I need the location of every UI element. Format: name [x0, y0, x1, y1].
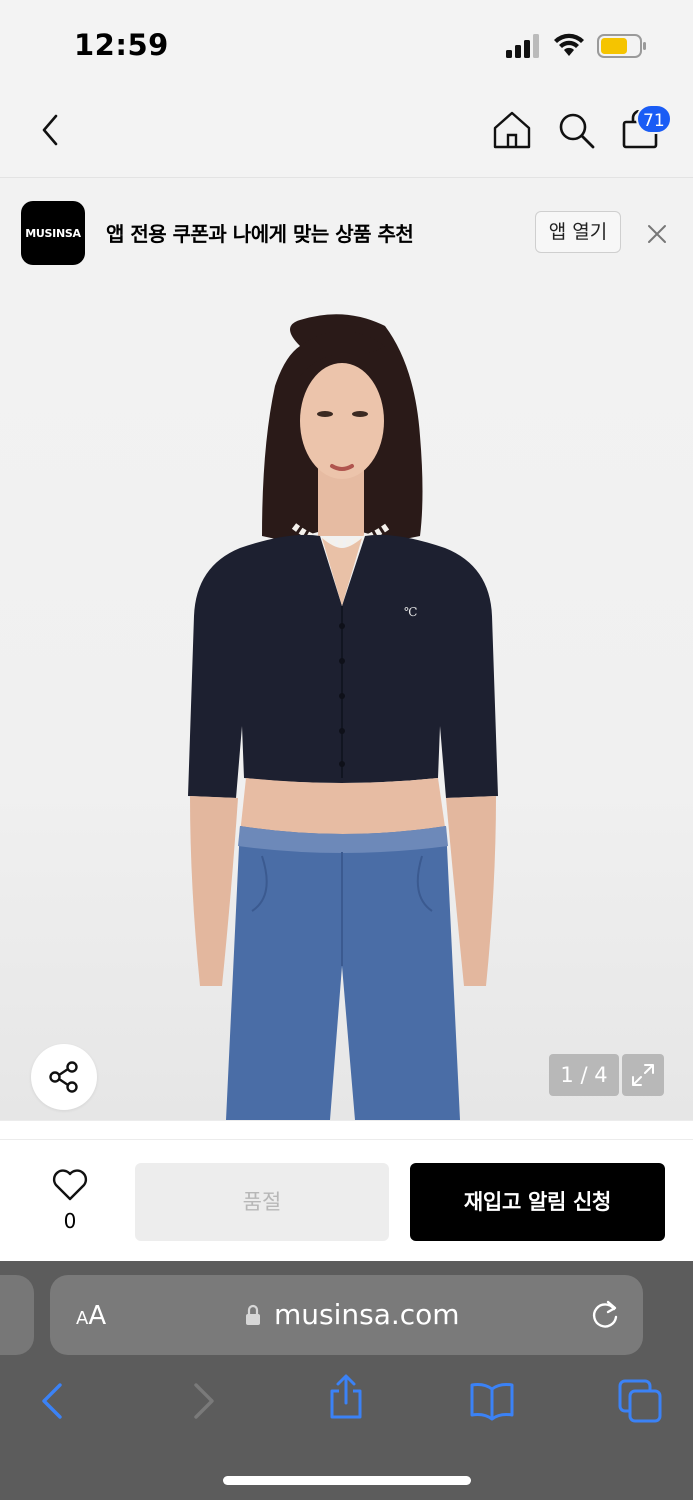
restock-alert-button[interactable]: 재입고 알림 신청 [410, 1163, 665, 1241]
reader-options-button[interactable]: AA [76, 1301, 106, 1331]
share-icon [49, 1061, 78, 1093]
share-button[interactable] [31, 1044, 97, 1110]
home-icon[interactable] [491, 108, 533, 150]
previous-tab-preview[interactable] [0, 1275, 34, 1355]
wifi-icon [554, 33, 584, 56]
chevron-left-icon[interactable] [30, 1377, 78, 1425]
search-icon[interactable] [556, 110, 596, 150]
url-text: musinsa.com [274, 1298, 460, 1331]
battery-icon [597, 34, 646, 58]
home-indicator [223, 1476, 471, 1485]
status-time: 12:59 [74, 28, 169, 62]
cart-count-badge: 71 [636, 104, 672, 134]
product-photo: ℃ [188, 314, 498, 1120]
open-app-button[interactable]: 앱 열기 [535, 211, 621, 253]
chevron-right-icon[interactable] [180, 1377, 228, 1425]
expand-icon [632, 1064, 654, 1086]
app-download-banner: MUSINSA 앱 전용 쿠폰과 나에게 맞는 상품 추천 앱 열기 [0, 178, 693, 286]
reload-icon[interactable] [590, 1299, 620, 1331]
book-icon[interactable] [468, 1377, 516, 1425]
svg-text:℃: ℃ [404, 605, 417, 619]
share-up-icon[interactable] [322, 1373, 370, 1421]
sold-out-button: 품절 [135, 1163, 389, 1241]
banner-message: 앱 전용 쿠폰과 나에게 맞는 상품 추천 [106, 222, 414, 246]
aa-large: A [88, 1301, 107, 1331]
product-image-carousel[interactable]: ℃ 1 / 4 [0, 286, 693, 1120]
status-bar: 12:59 [0, 0, 693, 90]
cellular-signal-icon [506, 34, 539, 58]
heart-icon[interactable] [52, 1168, 88, 1202]
back-icon[interactable] [34, 110, 68, 150]
image-page-indicator: 1 / 4 [549, 1054, 619, 1096]
browser-bottom-bar: AA musinsa.com [0, 1261, 693, 1500]
address-bar[interactable]: AA musinsa.com [50, 1275, 643, 1355]
like-count: 0 [63, 1209, 77, 1233]
aa-small: A [76, 1308, 89, 1329]
top-nav-bar [0, 90, 693, 178]
expand-image-button[interactable] [622, 1054, 664, 1096]
close-icon[interactable] [645, 222, 669, 246]
tabs-icon[interactable] [616, 1377, 664, 1425]
lock-icon [246, 1304, 260, 1325]
musinsa-logo: MUSINSA [21, 201, 85, 265]
divider [0, 1139, 693, 1140]
purchase-action-bar: 0 품절 재입고 알림 신청 [0, 1120, 693, 1261]
